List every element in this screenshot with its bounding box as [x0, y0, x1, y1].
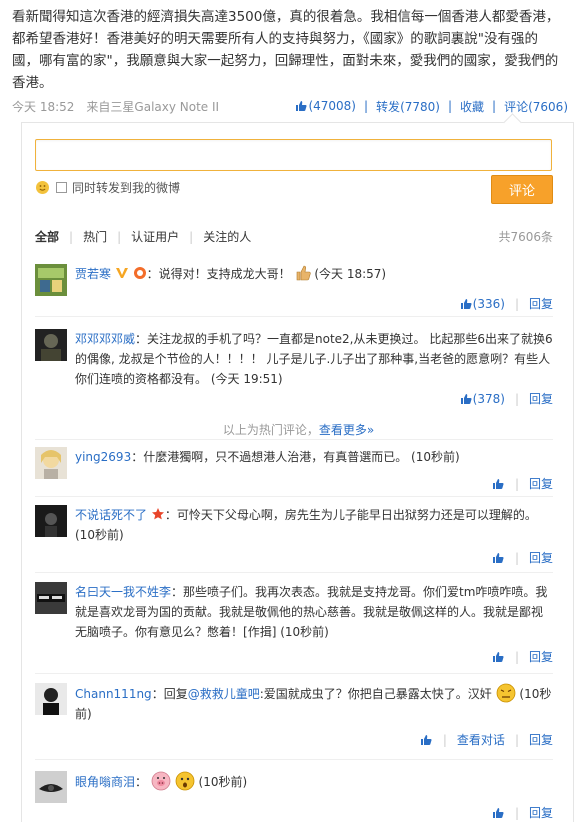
reply-button[interactable]: 回复	[529, 804, 553, 821]
comment-panel: 同时转发到我的微博 评论 全部 | 热门 | 认证用户 | 关注的人 共7606…	[21, 113, 574, 823]
repost-button[interactable]: 转发(7780)	[376, 98, 440, 115]
comment-text: ：	[135, 775, 148, 789]
thumbs-up-icon[interactable]	[492, 651, 504, 663]
comment-actions: | 回复	[492, 475, 553, 492]
comment-actions: | 回复	[492, 804, 553, 821]
tab-following[interactable]: 关注的人	[203, 228, 251, 245]
post-source-prefix: 来自	[86, 99, 111, 114]
reply-button[interactable]: 回复	[529, 648, 553, 665]
comment-actions: (378) | 回复	[460, 390, 553, 407]
thumbs-up-icon	[296, 101, 308, 111]
smiley-icon[interactable]	[36, 181, 49, 194]
comment-author[interactable]: ying2693	[75, 450, 131, 464]
comment-time: (今天 19:51)	[210, 372, 283, 386]
pig-emoticon	[151, 771, 171, 791]
avatar[interactable]	[35, 329, 67, 361]
comment: 不说话死不了 ：可怜天下父母心啊，房先生为儿子能早日出狱努力还是可以理解的。 (…	[35, 505, 553, 567]
comment: 名曰天一我不姓李：那些喷子们。我再次表态。我就是支持龙哥。你们爱tm咋喷咋喷。我…	[35, 582, 553, 668]
comment-actions: (336) | 回复	[460, 295, 553, 312]
thumbs-up-icon[interactable]	[492, 478, 504, 490]
thumbs-up-emoticon	[295, 265, 311, 281]
thumbs-up-icon	[460, 393, 472, 404]
checkbox-icon[interactable]	[56, 182, 67, 193]
comment-total: 共7606条	[498, 230, 553, 244]
comment-input[interactable]	[36, 140, 551, 170]
thumbs-up-icon[interactable]	[492, 807, 504, 819]
comment-text: :爱国就成虫了？你把自己暴露太快了。汉奸	[259, 687, 492, 701]
comment-author[interactable]: Chann111ng	[75, 687, 152, 701]
comment-button[interactable]: 评论(7606)	[504, 98, 568, 115]
comment-time: (10秒前)	[198, 775, 248, 789]
comment-text: ：什麼港獨啊，只不過想港人治港，有真普選而已。	[131, 450, 408, 464]
compose-options: 同时转发到我的微博	[36, 179, 180, 196]
avatar[interactable]	[35, 264, 67, 296]
comment-text: ：可怜天下父母心啊，房先生为儿子能早日出狱努力还是可以理解的。	[164, 508, 537, 522]
star-icon	[151, 508, 164, 520]
avatar[interactable]	[35, 683, 67, 715]
comment-input-box[interactable]	[35, 139, 552, 171]
view-thread-link[interactable]: 查看对话	[457, 731, 505, 748]
like-button[interactable]: (47008)	[295, 99, 356, 113]
comment-time: (今天 18:57)	[314, 267, 387, 281]
tab-verified[interactable]: 认证用户	[131, 228, 179, 245]
angry-emoticon	[496, 683, 515, 703]
comment: Chann111ng：回复@救救儿童吧:爱国就成虫了？你把自己暴露太快了。汉奸 …	[35, 683, 553, 751]
mention-link[interactable]: @救救儿童吧	[188, 687, 260, 701]
thumbs-up-icon[interactable]	[420, 734, 432, 746]
member-icon	[133, 267, 146, 279]
comment-author[interactable]: 眼角嗡商泪	[75, 775, 135, 789]
like-count: (47008)	[308, 99, 356, 113]
also-repost-label: 同时转发到我的微博	[72, 181, 181, 195]
comment-like-button[interactable]: (378)	[460, 392, 505, 406]
comment: ying2693：什麼港獨啊，只不過想港人治港，有真普選而已。 (10秒前) |…	[35, 447, 553, 495]
comment-actions: | 回复	[492, 549, 553, 566]
comment-author[interactable]: 不说话死不了	[75, 508, 147, 522]
tab-all[interactable]: 全部	[35, 228, 59, 245]
view-more-link[interactable]: 查看更多»	[319, 423, 374, 437]
comment-author[interactable]: 贾若寒	[75, 267, 111, 281]
post-meta: 今天 18:52 来自 三星Galaxy Note II (47008) | 转…	[12, 98, 568, 115]
avatar[interactable]	[35, 505, 67, 537]
comment-actions: | 查看对话 | 回复	[420, 731, 553, 748]
thumbs-up-icon	[460, 298, 472, 309]
comment-actions: | 回复	[492, 648, 553, 665]
comment-time: (10秒前)	[411, 450, 460, 464]
comment: 眼角嗡商泪： (10秒前) | 回复	[35, 771, 553, 823]
hot-comment: 贾若寒 ：说得对！支持成龙大哥！ (今天 18:57) (336) | 回复	[35, 264, 553, 314]
hot-comment: 邓邓邓邓威：关注龙叔的手机了吗？一直都是note2,从未更换过。 比起那些6出来…	[35, 329, 553, 413]
comment-time: (10秒前)	[75, 528, 124, 542]
comment-like-button[interactable]: (336)	[460, 297, 505, 311]
hot-comments-footer: 以上为热门评论，查看更多»	[222, 423, 375, 437]
avatar[interactable]	[35, 582, 67, 614]
reply-button[interactable]: 回复	[529, 475, 553, 492]
comment-author[interactable]: 邓邓邓邓威	[75, 332, 135, 346]
reply-button[interactable]: 回复	[529, 390, 553, 407]
reply-button[interactable]: 回复	[529, 295, 553, 312]
comment-author[interactable]: 名曰天一我不姓李	[75, 585, 171, 599]
verified-v-icon	[115, 268, 128, 278]
avatar[interactable]	[35, 447, 67, 479]
post-text: 看新聞得知這次香港的經濟損失高達3500億，真的很着急。我相信每一個香港人都愛香…	[12, 9, 560, 91]
tab-hot[interactable]: 热门	[83, 228, 107, 245]
comment-tag: [作揖]	[243, 625, 277, 639]
reply-button[interactable]: 回复	[529, 549, 553, 566]
avatar[interactable]	[35, 771, 67, 803]
reply-button[interactable]: 回复	[529, 731, 553, 748]
reply-prefix: ：回复	[151, 687, 188, 701]
thumbs-up-icon[interactable]	[492, 552, 504, 564]
comment-filter-tabs: 全部 | 热门 | 认证用户 | 关注的人 共7606条	[35, 228, 553, 245]
post-source[interactable]: 三星Galaxy Note II	[110, 98, 219, 115]
comment-text: ：关注龙叔的手机了吗？一直都是note2,从未更换过。 比起那些6出来了就换6的…	[75, 332, 553, 386]
submit-comment-button[interactable]: 评论	[491, 175, 553, 204]
comment-text: ：说得对！支持成龙大哥！	[146, 267, 291, 281]
post-time[interactable]: 今天 18:52	[12, 98, 74, 115]
favorite-button[interactable]: 收藏	[460, 98, 484, 115]
comment-time: (10秒前)	[280, 625, 329, 639]
shocked-emoticon	[175, 771, 195, 791]
